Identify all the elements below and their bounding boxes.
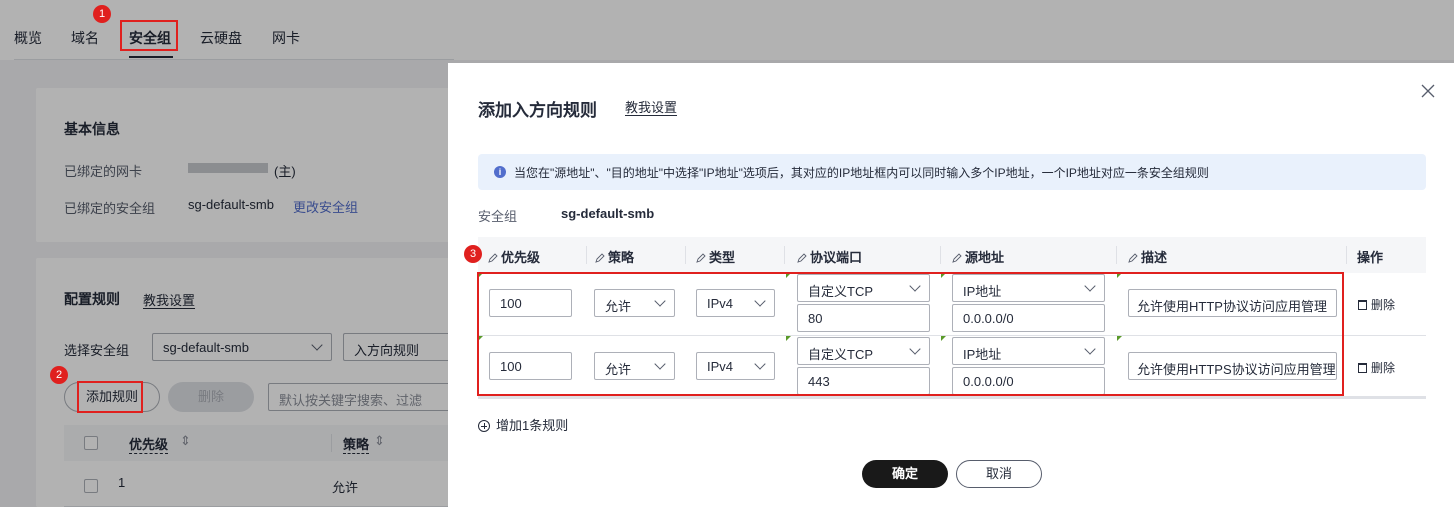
col-separator (685, 246, 686, 264)
col-policy: 策略 (595, 247, 634, 266)
confirm-button[interactable]: 确定 (862, 460, 948, 488)
annotation-box-tab (120, 20, 178, 51)
dialog-sg-label: 安全组 (478, 209, 518, 224)
edit-icon (952, 253, 962, 263)
col-type-label: 类型 (709, 250, 736, 265)
col-separator (1346, 246, 1347, 264)
col-separator (1116, 246, 1117, 264)
edit-icon (488, 253, 498, 263)
delete-label: 删除 (1371, 361, 1396, 375)
col-action: 操作 (1357, 250, 1384, 265)
trash-icon (1358, 363, 1367, 373)
col-source-label: 源地址 (965, 250, 1005, 265)
close-icon[interactable] (1420, 83, 1436, 99)
annotation-badge-3: 3 (464, 245, 482, 263)
col-policy-label: 策略 (608, 250, 635, 265)
cancel-button[interactable]: 取消 (956, 460, 1042, 488)
col-type: 类型 (696, 247, 735, 266)
edit-icon (595, 253, 605, 263)
edit-icon (1128, 253, 1138, 263)
delete-row-button[interactable]: 删除 (1358, 359, 1395, 376)
dialog-title: 添加入方向规则 (478, 101, 597, 120)
annotation-badge-1: 1 (93, 5, 111, 23)
rule-grid-header: 优先级 策略 类型 协议端口 源地址 描述 操作 (478, 237, 1426, 273)
col-separator (940, 246, 941, 264)
edit-icon (696, 253, 706, 263)
col-priority-label: 优先级 (501, 250, 541, 265)
info-notice: i 当您在"源地址"、"目的地址"中选择"IP地址"选项后，其对应的IP地址框内… (478, 154, 1426, 190)
add-one-rule-button[interactable]: 增加1条规则 (478, 415, 568, 434)
cancel-label: 取消 (985, 466, 1012, 481)
info-icon: i (494, 166, 506, 178)
annotation-badge-2: 2 (50, 366, 68, 384)
col-protocol-port-label: 协议端口 (810, 250, 863, 265)
add-one-rule-label: 增加1条规则 (496, 418, 569, 433)
col-separator (784, 246, 785, 264)
col-separator (586, 246, 587, 264)
col-protocol-port: 协议端口 (797, 247, 862, 266)
annotation-box-add (77, 381, 143, 413)
delete-label: 删除 (1371, 298, 1396, 312)
add-inbound-rule-dialog: 添加入方向规则 教我设置 i 当您在"源地址"、"目的地址"中选择"IP地址"选… (448, 63, 1454, 507)
notice-text: 当您在"源地址"、"目的地址"中选择"IP地址"选项后，其对应的IP地址框内可以… (514, 166, 1209, 180)
horizontal-scrollbar[interactable] (478, 396, 1426, 399)
dialog-help-link[interactable]: 教我设置 (625, 97, 677, 116)
delete-row-button[interactable]: 删除 (1358, 296, 1395, 313)
col-source: 源地址 (952, 247, 1004, 266)
col-description-label: 描述 (1141, 250, 1168, 265)
col-priority: 优先级 (488, 247, 540, 266)
plus-circle-icon (478, 420, 490, 432)
trash-icon (1358, 300, 1367, 310)
annotation-box-rules (477, 272, 1344, 396)
edit-icon (797, 253, 807, 263)
col-description: 描述 (1128, 247, 1167, 266)
dialog-sg-value: sg-default-smb (561, 206, 655, 221)
confirm-label: 确定 (891, 466, 918, 481)
